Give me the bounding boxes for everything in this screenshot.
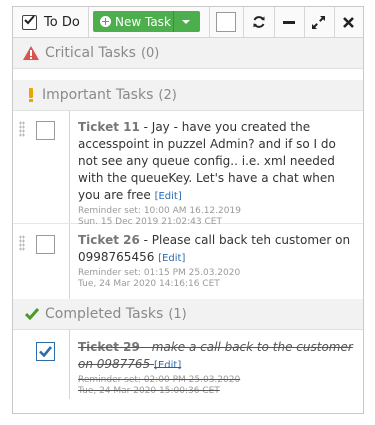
close-button[interactable]: [335, 7, 362, 37]
task-edit-link[interactable]: [Edit]: [155, 191, 182, 202]
widget-title: To Do: [44, 14, 80, 30]
task-name[interactable]: Ticket 11: [78, 120, 140, 134]
button-divider: [173, 11, 174, 32]
task-name[interactable]: Ticket 26: [78, 233, 140, 247]
widget-footer: [13, 399, 363, 413]
new-task-label: New Task: [115, 14, 171, 29]
task-item: Ticket 11 - Jay - have you created the a…: [13, 111, 363, 227]
exclamation-icon: [29, 88, 33, 102]
task-margin-line: [69, 330, 70, 400]
section-title: Critical Tasks: [45, 45, 136, 61]
plus-circle-icon: [100, 16, 111, 27]
refresh-button[interactable]: [245, 7, 272, 37]
task-checkbox-checked[interactable]: [36, 342, 55, 361]
task-margin-line: [69, 111, 70, 223]
toolbar: To Do New Task: [13, 7, 363, 38]
close-icon: [343, 16, 354, 28]
toolbar-divider: [209, 7, 210, 37]
task-reminder: Reminder set: 01:15 PM 25.03.2020: [78, 268, 241, 278]
section-count: (2): [158, 87, 177, 103]
section-title: Completed Tasks: [45, 306, 164, 322]
task-created: Tue, 24 Mar 2020 15:00:36 CET: [78, 386, 220, 396]
task-margin-line: [69, 224, 70, 299]
minus-icon: [282, 21, 295, 24]
task-name[interactable]: Ticket 29: [78, 340, 140, 354]
caret-down-icon[interactable]: [182, 20, 190, 24]
new-task-button[interactable]: New Task: [93, 11, 200, 32]
task-edit-link[interactable]: [Edit]: [154, 360, 181, 371]
section-completed[interactable]: Completed Tasks (1): [13, 299, 363, 330]
checkmark-icon: [39, 346, 53, 358]
task-body: Ticket 11 - Jay - have you created the a…: [78, 119, 353, 228]
select-all-checkbox[interactable]: [216, 12, 236, 32]
section-important[interactable]: Important Tasks (2): [13, 80, 363, 111]
drag-handle-icon[interactable]: [19, 235, 25, 251]
todo-widget: To Do New Task Critical Tasks (0) Import…: [12, 6, 364, 414]
expand-button[interactable]: [305, 7, 332, 37]
task-reminder: Reminder set: 10:00 AM 16.12.2019: [78, 206, 241, 216]
task-checkbox[interactable]: [36, 121, 55, 140]
expand-icon: [312, 15, 325, 29]
task-body: Ticket 29 - make a call back to the cust…: [78, 339, 353, 397]
task-edit-link[interactable]: [Edit]: [158, 253, 185, 264]
task-created: Tue, 24 Mar 2020 14:16:16 CET: [78, 279, 220, 289]
section-count: (0): [140, 45, 160, 61]
warning-icon: [23, 46, 39, 60]
toolbar-divider: [88, 7, 89, 37]
task-item-completed: Ticket 29 - make a call back to the cust…: [13, 330, 363, 400]
task-checkbox[interactable]: [36, 235, 55, 254]
widget-title-area: To Do: [13, 7, 80, 37]
drag-handle-icon[interactable]: [19, 121, 25, 137]
toolbar-divider: [243, 7, 244, 37]
section-title: Important Tasks: [42, 87, 154, 103]
checkmark-icon: [25, 308, 39, 320]
task-item: Ticket 26 - Please call back teh custome…: [13, 224, 363, 300]
section-count: (1): [168, 306, 187, 322]
task-reminder: Reminder set: 02:00 PM 25.03.2020: [78, 375, 241, 385]
checkbox-icon: [22, 14, 37, 30]
refresh-icon: [253, 16, 264, 28]
task-body: Ticket 26 - Please call back teh custome…: [78, 232, 353, 290]
minimize-button[interactable]: [275, 7, 302, 37]
section-critical[interactable]: Critical Tasks (0): [13, 38, 363, 69]
